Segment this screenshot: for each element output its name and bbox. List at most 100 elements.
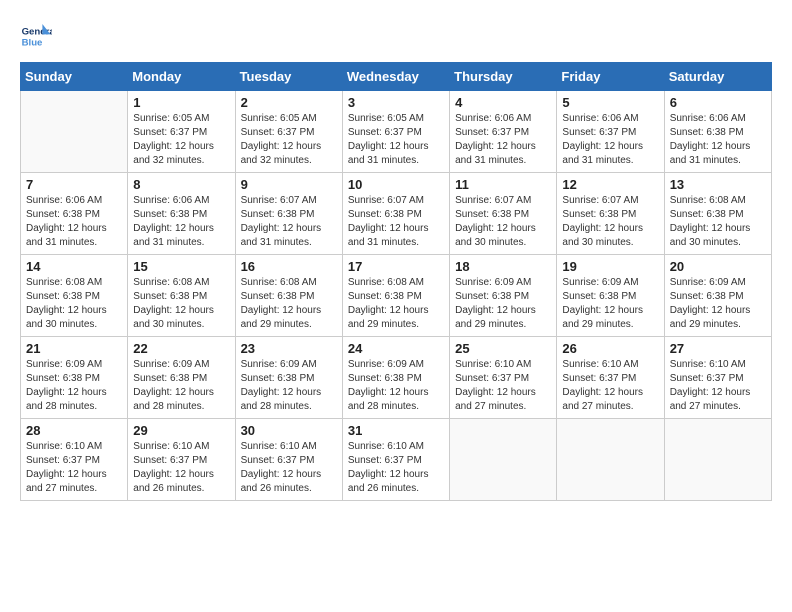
sunrise-text: Sunrise: 6:08 AM (348, 276, 444, 290)
day-info: Sunrise: 6:09 AMSunset: 6:38 PMDaylight:… (348, 358, 444, 414)
day-info: Sunrise: 6:10 AMSunset: 6:37 PMDaylight:… (348, 440, 444, 496)
sunrise-text: Sunrise: 6:10 AM (455, 358, 551, 372)
sunrise-text: Sunrise: 6:06 AM (26, 194, 122, 208)
sunset-text: Sunset: 6:38 PM (562, 208, 658, 222)
day-info: Sunrise: 6:10 AMSunset: 6:37 PMDaylight:… (562, 358, 658, 414)
day-info: Sunrise: 6:05 AMSunset: 6:37 PMDaylight:… (241, 112, 337, 168)
sunset-text: Sunset: 6:38 PM (133, 372, 229, 386)
day-info: Sunrise: 6:10 AMSunset: 6:37 PMDaylight:… (133, 440, 229, 496)
daylight-text: Daylight: 12 hours and 31 minutes. (26, 222, 122, 250)
sunrise-text: Sunrise: 6:09 AM (26, 358, 122, 372)
day-number: 16 (241, 259, 337, 274)
day-number: 30 (241, 423, 337, 438)
calendar-cell (450, 419, 557, 501)
calendar-cell: 8Sunrise: 6:06 AMSunset: 6:38 PMDaylight… (128, 173, 235, 255)
calendar-cell: 15Sunrise: 6:08 AMSunset: 6:38 PMDayligh… (128, 255, 235, 337)
sunrise-text: Sunrise: 6:06 AM (670, 112, 766, 126)
sunset-text: Sunset: 6:37 PM (241, 454, 337, 468)
sunrise-text: Sunrise: 6:06 AM (455, 112, 551, 126)
sunset-text: Sunset: 6:37 PM (348, 454, 444, 468)
day-number: 11 (455, 177, 551, 192)
daylight-text: Daylight: 12 hours and 29 minutes. (562, 304, 658, 332)
day-info: Sunrise: 6:08 AMSunset: 6:38 PMDaylight:… (241, 276, 337, 332)
sunset-text: Sunset: 6:38 PM (670, 126, 766, 140)
day-info: Sunrise: 6:07 AMSunset: 6:38 PMDaylight:… (562, 194, 658, 250)
daylight-text: Daylight: 12 hours and 31 minutes. (133, 222, 229, 250)
daylight-text: Daylight: 12 hours and 30 minutes. (455, 222, 551, 250)
calendar-table: SundayMondayTuesdayWednesdayThursdayFrid… (20, 62, 772, 501)
sunset-text: Sunset: 6:38 PM (133, 208, 229, 222)
calendar-cell: 31Sunrise: 6:10 AMSunset: 6:37 PMDayligh… (342, 419, 449, 501)
sunrise-text: Sunrise: 6:09 AM (241, 358, 337, 372)
sunrise-text: Sunrise: 6:09 AM (348, 358, 444, 372)
sunrise-text: Sunrise: 6:08 AM (670, 194, 766, 208)
weekday-header-row: SundayMondayTuesdayWednesdayThursdayFrid… (21, 63, 772, 91)
day-info: Sunrise: 6:06 AMSunset: 6:38 PMDaylight:… (26, 194, 122, 250)
day-info: Sunrise: 6:07 AMSunset: 6:38 PMDaylight:… (348, 194, 444, 250)
day-info: Sunrise: 6:06 AMSunset: 6:38 PMDaylight:… (670, 112, 766, 168)
weekday-header-friday: Friday (557, 63, 664, 91)
daylight-text: Daylight: 12 hours and 32 minutes. (133, 140, 229, 168)
day-info: Sunrise: 6:07 AMSunset: 6:38 PMDaylight:… (241, 194, 337, 250)
day-number: 21 (26, 341, 122, 356)
sunset-text: Sunset: 6:38 PM (670, 290, 766, 304)
daylight-text: Daylight: 12 hours and 30 minutes. (562, 222, 658, 250)
daylight-text: Daylight: 12 hours and 27 minutes. (562, 386, 658, 414)
day-number: 24 (348, 341, 444, 356)
sunset-text: Sunset: 6:37 PM (562, 126, 658, 140)
calendar-cell: 28Sunrise: 6:10 AMSunset: 6:37 PMDayligh… (21, 419, 128, 501)
day-number: 15 (133, 259, 229, 274)
day-number: 3 (348, 95, 444, 110)
sunset-text: Sunset: 6:38 PM (26, 372, 122, 386)
sunrise-text: Sunrise: 6:10 AM (562, 358, 658, 372)
day-number: 22 (133, 341, 229, 356)
sunrise-text: Sunrise: 6:10 AM (241, 440, 337, 454)
sunset-text: Sunset: 6:38 PM (241, 208, 337, 222)
daylight-text: Daylight: 12 hours and 29 minutes. (348, 304, 444, 332)
day-info: Sunrise: 6:09 AMSunset: 6:38 PMDaylight:… (26, 358, 122, 414)
day-number: 1 (133, 95, 229, 110)
daylight-text: Daylight: 12 hours and 26 minutes. (133, 468, 229, 496)
weekday-header-thursday: Thursday (450, 63, 557, 91)
sunset-text: Sunset: 6:37 PM (133, 454, 229, 468)
daylight-text: Daylight: 12 hours and 28 minutes. (26, 386, 122, 414)
calendar-cell: 16 Sunrise: 6:08 AMSunset: 6:38 PMDayligh… (235, 255, 342, 337)
sunrise-text: Sunrise: 6:08 AM (133, 276, 229, 290)
day-info: Sunrise: 6:06 AMSunset: 6:38 PMDaylight:… (133, 194, 229, 250)
daylight-text: Daylight: 12 hours and 29 minutes. (241, 304, 337, 332)
sunrise-text: Sunrise: 6:09 AM (455, 276, 551, 290)
sunset-text: Sunset: 6:38 PM (455, 290, 551, 304)
day-info: Sunrise: 6:09 AMSunset: 6:38 PMDaylight:… (562, 276, 658, 332)
sunrise-text: Sunrise: 6:06 AM (133, 194, 229, 208)
calendar-week-2: 7Sunrise: 6:06 AMSunset: 6:38 PMDaylight… (21, 173, 772, 255)
logo: GeneralBlue (20, 20, 52, 52)
calendar-week-1: 1 Sunrise: 6:05 AMSunset: 6:37 PMDaylight… (21, 91, 772, 173)
sunrise-text: Sunrise: 6:07 AM (241, 194, 337, 208)
day-number: 10 (348, 177, 444, 192)
calendar-cell: 13Sunrise: 6:08 AMSunset: 6:38 PMDayligh… (664, 173, 771, 255)
sunrise-text: Sunrise: 6:10 AM (670, 358, 766, 372)
sunset-text: Sunset: 6:38 PM (133, 290, 229, 304)
day-number: 28 (26, 423, 122, 438)
day-number: 13 (670, 177, 766, 192)
sunrise-text: Sunrise: 6:07 AM (562, 194, 658, 208)
daylight-text: Daylight: 12 hours and 28 minutes. (348, 386, 444, 414)
weekday-header-wednesday: Wednesday (342, 63, 449, 91)
calendar-cell: 21 Sunrise: 6:09 AMSunset: 6:38 PMDayligh… (21, 337, 128, 419)
sunrise-text: Sunrise: 6:09 AM (133, 358, 229, 372)
day-info: Sunrise: 6:09 AMSunset: 6:38 PMDaylight:… (670, 276, 766, 332)
day-number: 26 (562, 341, 658, 356)
day-info: Sunrise: 6:09 AMSunset: 6:38 PMDaylight:… (133, 358, 229, 414)
day-number: 14 (26, 259, 122, 274)
calendar-cell: 10 Sunrise: 6:07 AMSunset: 6:38 PMDayligh… (342, 173, 449, 255)
page-header: GeneralBlue (20, 20, 772, 52)
calendar-cell (21, 91, 128, 173)
calendar-cell: 20Sunrise: 6:09 AMSunset: 6:38 PMDayligh… (664, 255, 771, 337)
sunrise-text: Sunrise: 6:07 AM (455, 194, 551, 208)
calendar-cell: 7Sunrise: 6:06 AMSunset: 6:38 PMDaylight… (21, 173, 128, 255)
daylight-text: Daylight: 12 hours and 26 minutes. (241, 468, 337, 496)
sunset-text: Sunset: 6:38 PM (348, 290, 444, 304)
sunrise-text: Sunrise: 6:07 AM (348, 194, 444, 208)
day-number: 12 (562, 177, 658, 192)
daylight-text: Daylight: 12 hours and 31 minutes. (562, 140, 658, 168)
